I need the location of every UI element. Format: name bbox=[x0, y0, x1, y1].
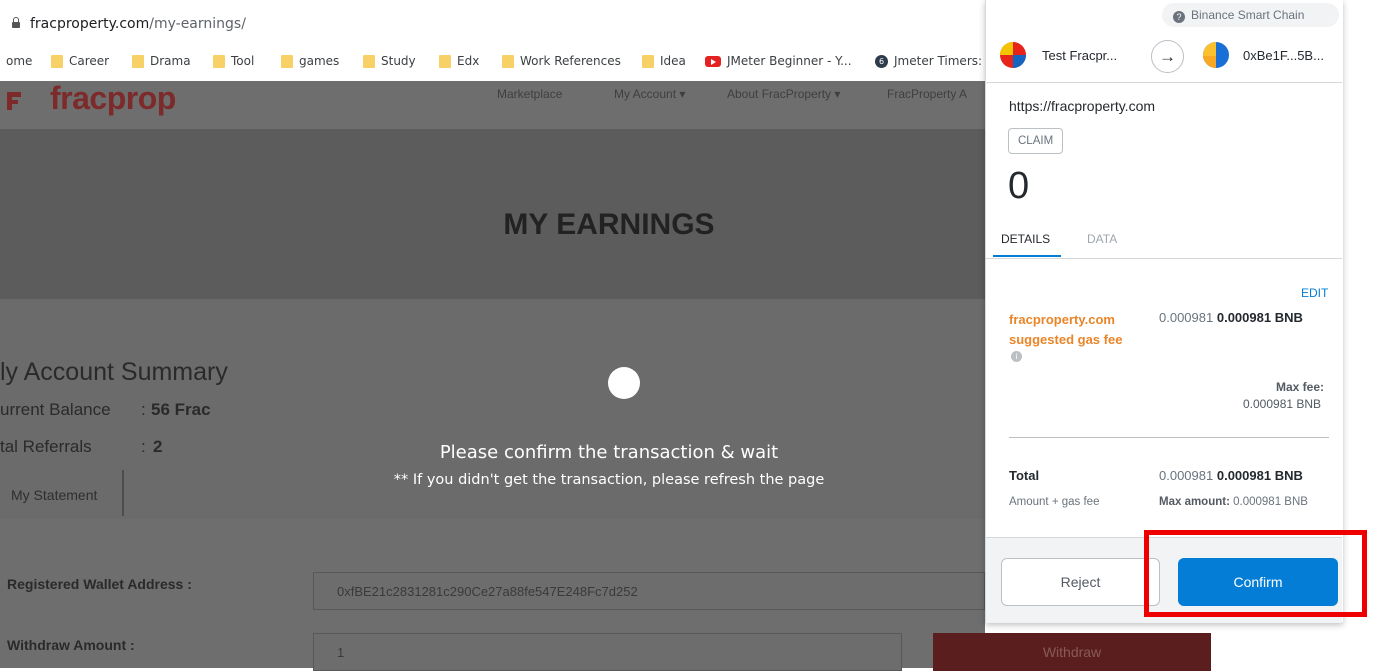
wallet-address-value: 0xfBE21c2831281c290Ce27a88fe547E248Fc7d2… bbox=[337, 584, 638, 599]
max-fee-label: Max fee: bbox=[1276, 380, 1325, 394]
folder-icon bbox=[281, 54, 293, 68]
nav-marketplace[interactable]: Marketplace bbox=[497, 87, 562, 101]
tab-active-indicator bbox=[993, 255, 1061, 257]
gas-fee-label: fracproperty.com suggested gas fee bbox=[1009, 310, 1122, 350]
folder-icon bbox=[642, 54, 654, 68]
balance-label: urrent Balance bbox=[0, 400, 111, 419]
bookmark-idea[interactable]: Idea bbox=[642, 54, 686, 68]
site-logo[interactable]: fracprop bbox=[50, 80, 176, 117]
bookmark-jmeter-timers[interactable]: 6 Jmeter Timers: bbox=[875, 54, 982, 68]
max-fee-value: 0.000981 BNB bbox=[1243, 397, 1322, 411]
nav-my-account[interactable]: My Account ▾ bbox=[614, 87, 685, 101]
method-badge: CLAIM bbox=[1008, 128, 1064, 154]
gas-fee-caption: suggested gas fee bbox=[1009, 332, 1123, 347]
lock-icon bbox=[12, 17, 20, 28]
wallet-address-label: Registered Wallet Address : bbox=[7, 576, 192, 592]
bookmark-jmeter-beginner[interactable]: JMeter Beginner - Y... bbox=[705, 54, 852, 68]
from-account-avatar bbox=[1000, 42, 1026, 68]
folder-icon bbox=[439, 54, 451, 68]
nav-about[interactable]: About FracProperty ▾ bbox=[727, 87, 840, 101]
divider bbox=[1009, 437, 1329, 438]
reject-button[interactable]: Reject bbox=[1001, 558, 1160, 606]
balance-separator: : bbox=[141, 400, 146, 419]
gas-fee-muted: 0.000981 bbox=[1159, 310, 1214, 325]
folder-icon bbox=[51, 54, 63, 68]
total-muted: 0.000981 bbox=[1159, 468, 1214, 483]
bookmark-work-references[interactable]: Work References bbox=[502, 54, 621, 68]
bookmark-home[interactable]: ome bbox=[6, 54, 32, 68]
summary-title: ly Account Summary bbox=[0, 358, 228, 386]
total-values: 0.000981 0.000981 BNB bbox=[1159, 468, 1303, 483]
gas-fee-bold: 0.000981 BNB bbox=[1216, 310, 1303, 325]
url-path: /my-earnings/ bbox=[149, 16, 246, 32]
bookmark-drama[interactable]: Drama bbox=[132, 54, 191, 68]
bookmark-tool[interactable]: Tool bbox=[213, 54, 254, 68]
edit-gas-link[interactable]: EDIT bbox=[1301, 286, 1328, 300]
folder-icon bbox=[363, 54, 375, 68]
tab-data[interactable]: DATA bbox=[1087, 232, 1117, 246]
confirm-highlight-box bbox=[1144, 530, 1367, 617]
url-host: fracproperty.com bbox=[30, 16, 150, 32]
tab-details[interactable]: DETAILS bbox=[1001, 232, 1050, 246]
from-account-name[interactable]: Test Fracpr... bbox=[1042, 48, 1117, 63]
info-icon[interactable]: i bbox=[1011, 351, 1022, 362]
bookmark-career[interactable]: Career bbox=[51, 54, 109, 68]
network-selector[interactable]: ? Binance Smart Chain bbox=[1162, 3, 1339, 27]
transaction-amount: 0 bbox=[1008, 165, 1030, 207]
amount-gas-label: Amount + gas fee bbox=[1009, 496, 1100, 508]
max-amount-value: 0.000981 BNB bbox=[1233, 496, 1308, 508]
logo-mark-icon bbox=[5, 90, 23, 112]
withdraw-amount-value: 1 bbox=[337, 645, 345, 660]
site-favicon-icon: 6 bbox=[875, 54, 888, 68]
loading-spinner-icon bbox=[608, 367, 640, 399]
gas-fee-values: 0.000981 0.000981 BNB bbox=[1159, 310, 1303, 325]
folder-icon bbox=[132, 54, 144, 68]
nav-fracproperty-app[interactable]: FracProperty A bbox=[887, 87, 967, 101]
max-amount-label: Max amount: bbox=[1159, 496, 1230, 508]
youtube-icon bbox=[705, 55, 721, 67]
network-name: Binance Smart Chain bbox=[1191, 8, 1305, 22]
gas-fee-source: fracproperty.com bbox=[1009, 312, 1115, 327]
folder-icon bbox=[213, 54, 225, 68]
folder-icon bbox=[502, 54, 514, 68]
balance-value: 56 Frac bbox=[151, 400, 211, 419]
withdraw-amount-input[interactable] bbox=[313, 633, 902, 671]
url-text[interactable]: fracproperty.com/my-earnings/ bbox=[30, 16, 246, 32]
withdraw-amount-label: Withdraw Amount : bbox=[7, 637, 135, 653]
total-label: Total bbox=[1009, 468, 1040, 483]
bookmark-study[interactable]: Study bbox=[363, 54, 416, 68]
bookmarks-bar: ome Career Drama Tool games Study Edx Wo… bbox=[0, 42, 985, 81]
bookmark-edx[interactable]: Edx bbox=[439, 54, 479, 68]
withdraw-button[interactable]: Withdraw bbox=[933, 633, 1211, 671]
to-account-address[interactable]: 0xBe1F...5B... bbox=[1243, 48, 1324, 63]
arrow-right-icon: → bbox=[1151, 40, 1184, 73]
origin-url: https://fracproperty.com bbox=[1009, 98, 1156, 114]
max-amount: Max amount: 0.000981 BNB bbox=[1159, 496, 1308, 508]
bookmark-games[interactable]: games bbox=[281, 54, 339, 68]
to-account-avatar bbox=[1203, 42, 1229, 68]
tab-my-statement-label: My Statement bbox=[11, 487, 98, 503]
question-icon: ? bbox=[1173, 11, 1185, 23]
total-bold: 0.000981 BNB bbox=[1216, 468, 1303, 483]
